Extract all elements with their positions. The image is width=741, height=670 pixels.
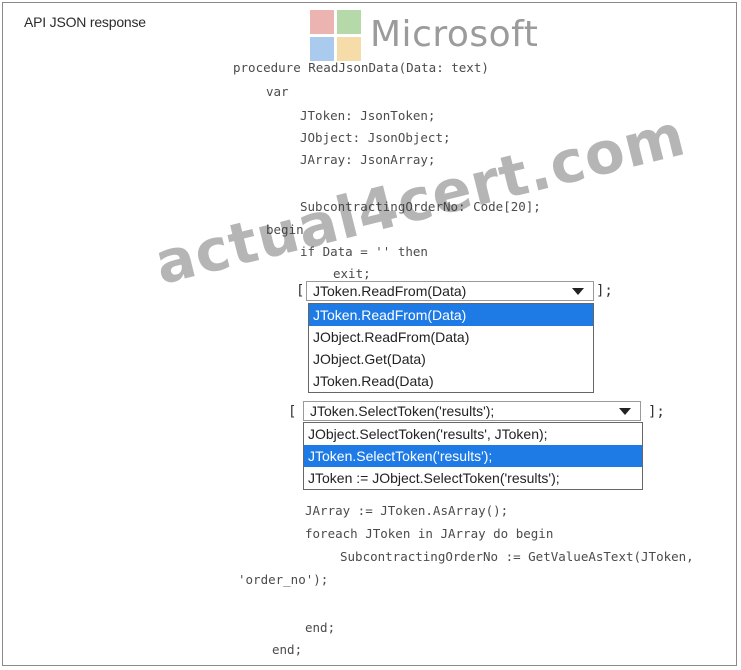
readfrom-option-jobject-get[interactable]: JObject.Get(Data) [309,348,593,370]
code-orderno: SubcontractingOrderNo: Code[20]; [300,199,541,214]
readfrom-options-list: JToken.ReadFrom(Data) JObject.ReadFrom(D… [308,303,594,393]
dropdown2-close-bracket: ]; [648,404,665,420]
dropdown1-open-bracket: [ [296,283,305,299]
logo-square-green [337,10,361,34]
selecttoken-dropdown[interactable]: JToken.SelectToken('results'); [303,401,641,421]
code-foreach: foreach JToken in JArray do begin [305,526,554,541]
readfrom-option-jtoken-readfrom[interactable]: JToken.ReadFrom(Data) [309,304,593,326]
dropdown1-close-bracket: ]; [596,283,613,299]
code-jtoken: JToken: JsonToken; [300,108,436,123]
code-end-inner: end; [305,620,336,635]
code-procedure: procedure ReadJsonData(Data: text) [233,60,489,75]
code-getvalue-cont: 'order_no'); [238,572,329,587]
logo-square-blue [310,37,334,61]
code-asarray: JArray := JToken.AsArray(); [305,503,509,518]
readfrom-option-jobject-readfrom[interactable]: JObject.ReadFrom(Data) [309,326,593,348]
selecttoken-options-list: JObject.SelectToken('results', JToken); … [303,422,643,490]
code-begin: begin [266,222,304,237]
code-getvalue: SubcontractingOrderNo := GetValueAsText(… [340,549,694,564]
code-exit: exit; [333,266,371,281]
code-jarray: JArray: JsonArray; [300,152,436,167]
code-if: if Data = '' then [300,244,428,259]
code-var: var [266,84,289,99]
code-jobject: JObject: JsonObject; [300,130,451,145]
selecttoken-option-assign[interactable]: JToken := JObject.SelectToken('results')… [304,467,642,489]
page-title: API JSON response [24,14,146,30]
chevron-down-icon[interactable] [610,402,640,420]
selecttoken-dropdown-value: JToken.SelectToken('results'); [310,403,495,419]
microsoft-logo: Microsoft [310,8,570,64]
readfrom-option-jtoken-read[interactable]: JToken.Read(Data) [309,370,593,392]
logo-square-red [310,10,334,34]
readfrom-dropdown[interactable]: JToken.ReadFrom(Data) [306,281,594,301]
chevron-down-icon[interactable] [563,282,593,300]
code-end-outer: end; [272,642,303,657]
readfrom-dropdown-value: JToken.ReadFrom(Data) [313,283,467,299]
selecttoken-option-jobject[interactable]: JObject.SelectToken('results', JToken); [304,423,642,445]
dropdown2-open-bracket: [ [288,404,297,420]
logo-text: Microsoft [370,14,539,55]
selecttoken-option-jtoken[interactable]: JToken.SelectToken('results'); [304,445,642,467]
logo-square-yellow [337,37,361,61]
